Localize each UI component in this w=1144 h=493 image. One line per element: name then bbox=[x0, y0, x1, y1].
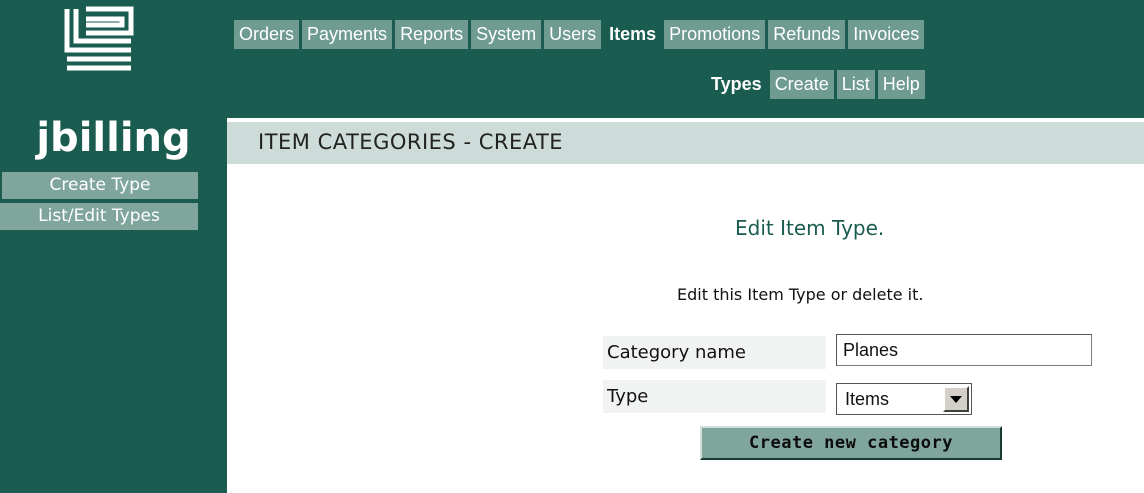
tab-items[interactable]: Items bbox=[604, 20, 662, 49]
top-navigation bbox=[227, 0, 1144, 118]
brand-name: jbilling bbox=[36, 115, 191, 161]
tab-promotions[interactable]: Promotions bbox=[664, 20, 766, 49]
tab-reports[interactable]: Reports bbox=[395, 20, 469, 49]
chevron-down-icon[interactable] bbox=[943, 386, 969, 412]
create-new-category-button[interactable]: Create new category bbox=[700, 426, 1002, 460]
type-select-value: Items bbox=[845, 389, 890, 409]
tab-invoices[interactable]: Invoices bbox=[848, 20, 925, 49]
tab-orders[interactable]: Orders bbox=[234, 20, 300, 49]
category-name-label: Category name bbox=[607, 342, 746, 363]
subtab-create[interactable]: Create bbox=[769, 70, 834, 99]
category-name-input[interactable] bbox=[836, 334, 1092, 366]
sidebar-item-create-type[interactable]: Create Type bbox=[2, 172, 198, 199]
type-select[interactable]: Items bbox=[836, 383, 972, 415]
subtab-types[interactable]: Types bbox=[706, 70, 767, 99]
jbilling-logo-icon[interactable] bbox=[64, 6, 134, 72]
sidebar-item-list-edit-types[interactable]: List/Edit Types bbox=[0, 203, 198, 230]
main-nav: Orders Payments Reports System Users Ite… bbox=[234, 20, 925, 49]
tab-system[interactable]: System bbox=[471, 20, 542, 49]
tab-refunds[interactable]: Refunds bbox=[768, 20, 846, 49]
subtab-list[interactable]: List bbox=[836, 70, 875, 99]
tab-payments[interactable]: Payments bbox=[302, 20, 393, 49]
form-heading: Edit Item Type. bbox=[735, 216, 885, 240]
page-title: ITEM CATEGORIES - CREATE bbox=[258, 130, 564, 154]
form-instructions: Edit this Item Type or delete it. bbox=[677, 285, 924, 304]
sidebar: jbilling Create Type List/Edit Types bbox=[0, 0, 227, 493]
type-label: Type bbox=[607, 386, 649, 407]
subtab-help[interactable]: Help bbox=[877, 70, 925, 99]
sub-nav: Types Create List Help bbox=[706, 70, 925, 99]
tab-users[interactable]: Users bbox=[544, 20, 602, 49]
title-bar-divider bbox=[227, 118, 1144, 122]
